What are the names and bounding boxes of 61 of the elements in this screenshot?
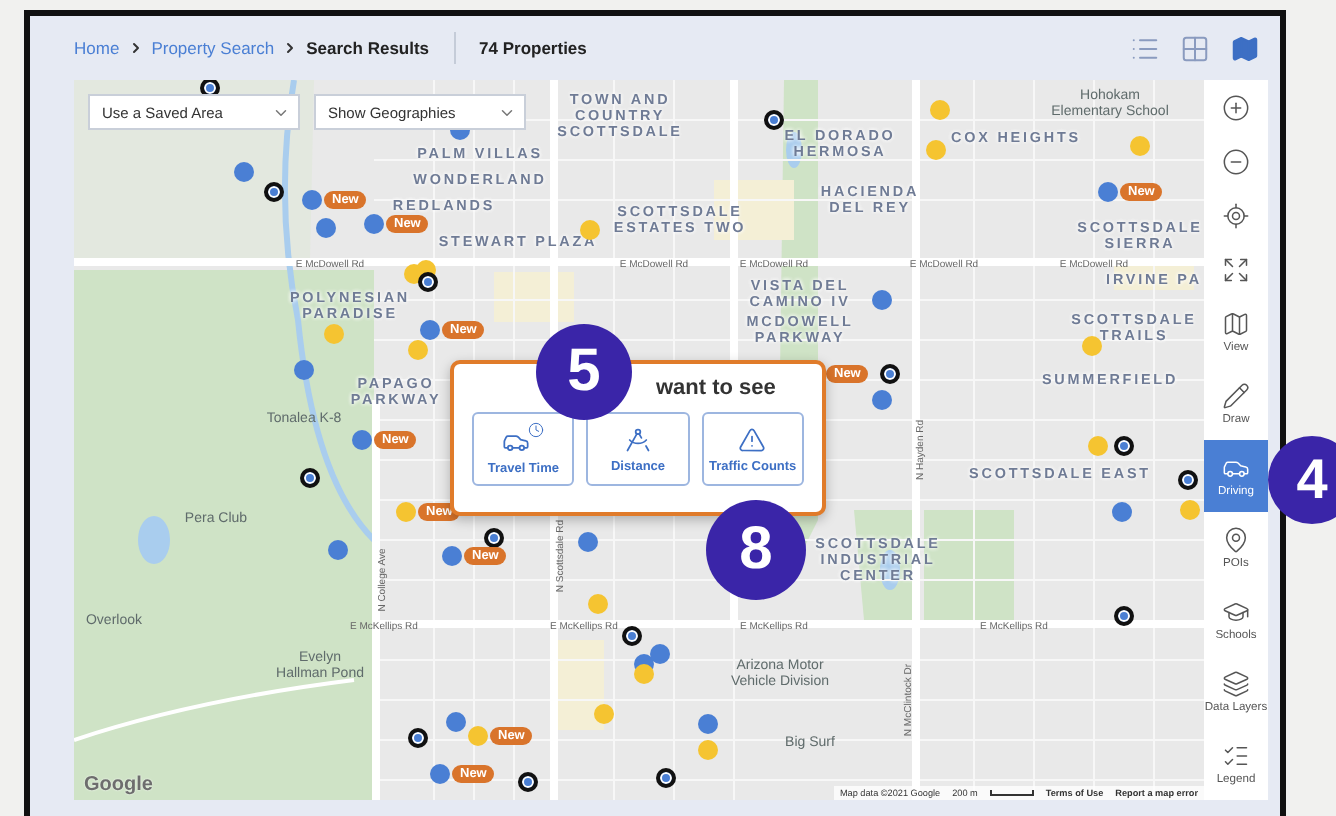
chevron-icon xyxy=(282,40,299,56)
map-marker[interactable] xyxy=(1130,136,1150,156)
map-marker[interactable] xyxy=(926,140,946,160)
map-marker[interactable] xyxy=(580,220,600,240)
map-marker[interactable] xyxy=(484,528,504,548)
popup-title: want to see xyxy=(656,376,776,400)
map-marker[interactable] xyxy=(588,594,608,614)
map-marker[interactable] xyxy=(1180,500,1200,520)
map-marker[interactable] xyxy=(1088,436,1108,456)
map-view-button[interactable] xyxy=(1230,33,1260,63)
map-marker[interactable] xyxy=(442,546,462,566)
map-logo: Google xyxy=(84,774,153,796)
schools-icon xyxy=(1222,597,1250,626)
map-marker[interactable] xyxy=(622,626,642,646)
map-marker[interactable] xyxy=(1114,436,1134,456)
map-marker[interactable] xyxy=(880,364,900,384)
car-clock-icon xyxy=(502,422,545,456)
map-marker[interactable] xyxy=(430,764,450,784)
compass-icon xyxy=(623,425,652,453)
current-page-label: Search Results xyxy=(306,38,430,58)
layers-icon xyxy=(1222,669,1250,698)
map-marker[interactable] xyxy=(1082,336,1102,356)
map-marker[interactable] xyxy=(930,100,950,120)
map-marker[interactable] xyxy=(1178,470,1198,490)
fullscreen-icon xyxy=(1222,255,1250,283)
warning-icon xyxy=(738,425,767,453)
map-marker[interactable] xyxy=(634,664,654,684)
map-marker[interactable] xyxy=(316,218,336,238)
map-marker[interactable] xyxy=(468,726,488,746)
map-marker[interactable] xyxy=(1098,182,1118,202)
locate-icon xyxy=(1222,201,1250,229)
map-marker[interactable] xyxy=(698,714,718,734)
map-marker[interactable] xyxy=(578,532,598,552)
map-marker[interactable] xyxy=(420,320,440,340)
map-marker[interactable] xyxy=(872,290,892,310)
map-marker[interactable] xyxy=(656,768,676,788)
scale-bar xyxy=(989,790,1034,796)
map-marker[interactable] xyxy=(1114,606,1134,626)
pois-icon xyxy=(1222,525,1250,554)
legend-icon xyxy=(1222,741,1250,770)
map-marker[interactable] xyxy=(418,272,438,292)
view-icon xyxy=(1222,309,1250,338)
map-marker[interactable] xyxy=(408,340,428,360)
map-marker[interactable] xyxy=(396,502,416,522)
map-marker[interactable] xyxy=(364,214,384,234)
property-count: 74 Properties xyxy=(479,38,587,58)
draw-icon xyxy=(1222,381,1250,410)
map-marker[interactable] xyxy=(446,712,466,732)
map-marker[interactable] xyxy=(594,704,614,724)
zoom-out-icon xyxy=(1222,147,1250,175)
map-marker[interactable] xyxy=(408,728,428,748)
zoom-in-icon xyxy=(1222,93,1250,121)
map-marker[interactable] xyxy=(518,772,538,792)
grid-view-button[interactable] xyxy=(1180,33,1210,63)
chevron-icon xyxy=(127,40,144,56)
map-marker[interactable] xyxy=(872,390,892,410)
map-marker[interactable] xyxy=(764,110,784,130)
map-marker[interactable] xyxy=(698,740,718,760)
map-marker[interactable] xyxy=(302,190,322,210)
map-marker[interactable] xyxy=(650,644,670,664)
map-marker[interactable] xyxy=(1112,502,1132,522)
